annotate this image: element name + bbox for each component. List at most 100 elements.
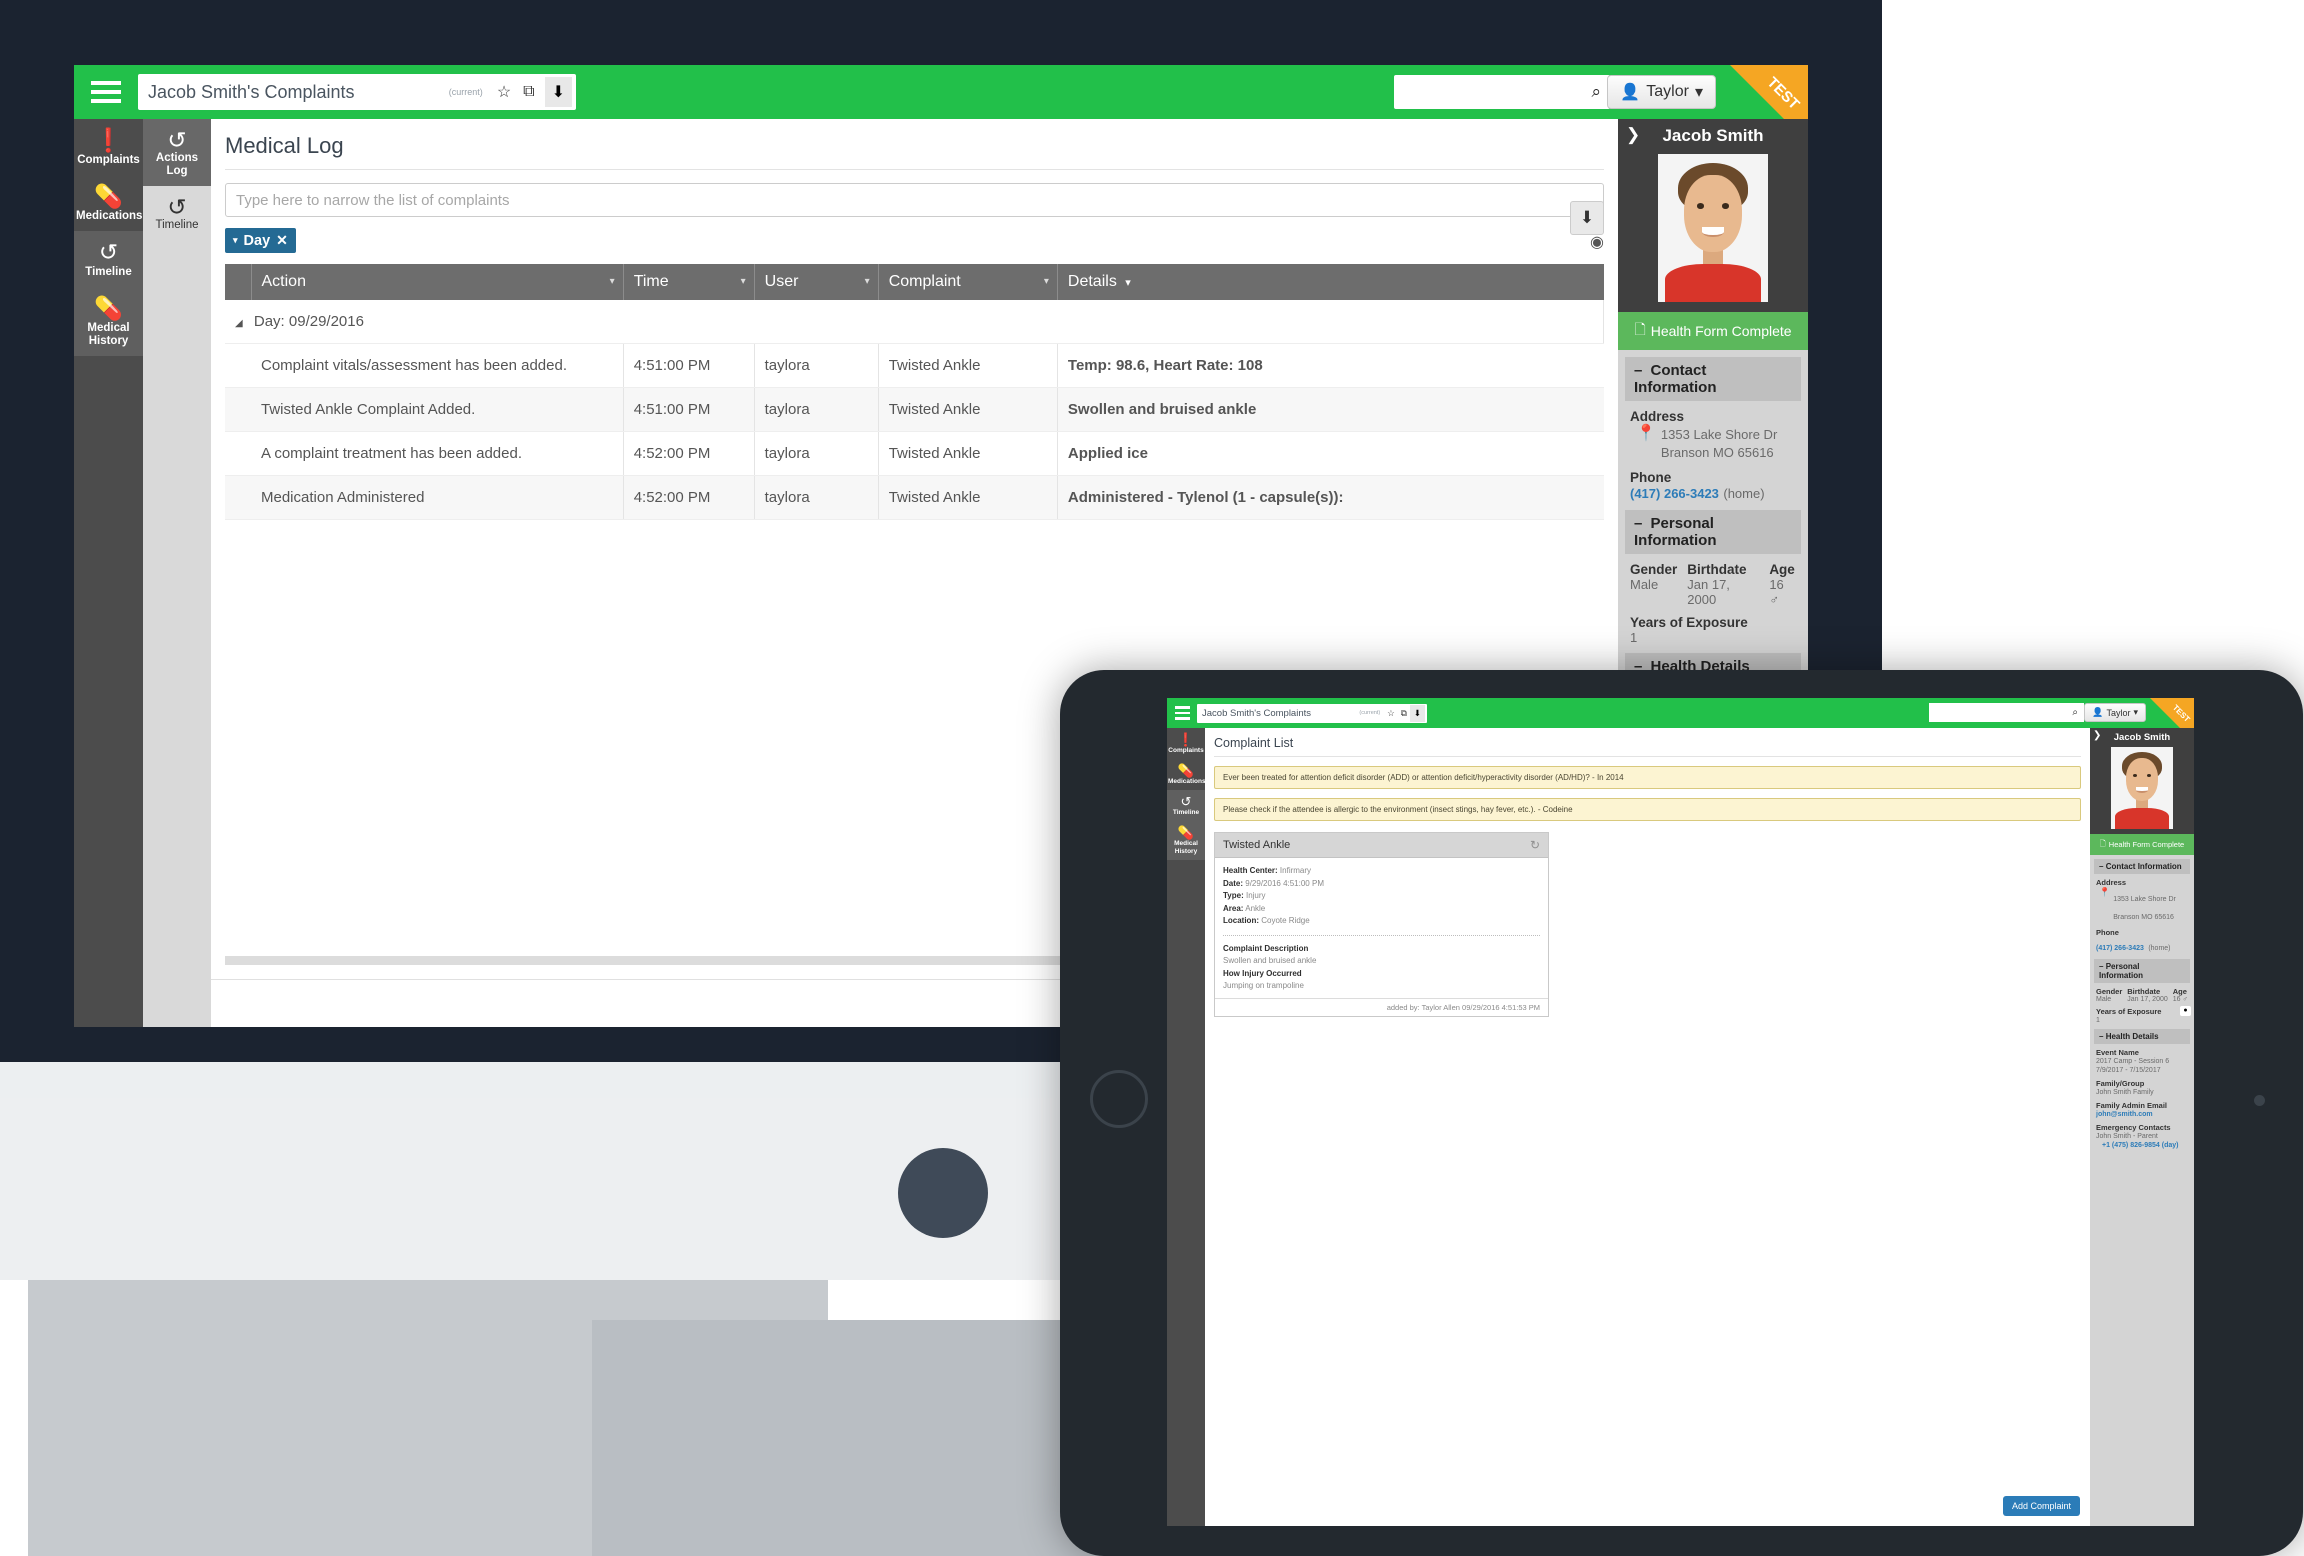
complaint-card[interactable]: Twisted Ankle ↻ Health Center: Infirmary…: [1214, 832, 1549, 1017]
section-personal-information[interactable]: – Personal Information: [1625, 510, 1801, 554]
health-form-status-badge[interactable]: 🗋 Health Form Complete: [2090, 834, 2194, 855]
sidebar-item-timeline-secondary[interactable]: ↺ Timeline: [143, 186, 211, 240]
field-area-label: Area:: [1223, 903, 1244, 913]
chevron-down-icon[interactable]: ▾: [865, 276, 870, 287]
address-line-2: Branson MO 65616: [1660, 445, 1774, 460]
table-row[interactable]: A complaint treatment has been added. 4:…: [225, 431, 1604, 476]
section-personal-information-label: Personal Information: [1634, 515, 1717, 549]
complaint-card-footer: added by: Taylor Allen 09/29/2016 4:51:5…: [1215, 997, 1548, 1016]
cell-user: taylora: [754, 475, 879, 520]
sidebar-item-actions-log[interactable]: ↺ Actions Log: [143, 119, 211, 186]
sidebar-item-timeline[interactable]: ↺ Timeline: [1167, 790, 1205, 821]
sidebar-item-medications[interactable]: 💊 Medications: [74, 175, 143, 231]
column-header-details[interactable]: Details ▾: [1057, 264, 1604, 300]
cell-time: 4:51:00 PM: [623, 343, 755, 388]
field-birthdate: Birthdate Jan 17, 2000: [2127, 987, 2167, 1003]
cell-complaint: Twisted Ankle: [878, 431, 1058, 476]
address-line-1: 1353 Lake Shore Dr: [1660, 427, 1778, 442]
health-alert-banner: Ever been treated for attention deficit …: [1214, 766, 2081, 789]
group-row-day[interactable]: ◢ Day: 09/29/2016: [225, 300, 1604, 344]
sidebar-item-complaints[interactable]: ❗ Complaints: [1167, 728, 1205, 759]
search-input[interactable]: ⌕: [1394, 75, 1610, 109]
sidebar-item-actions-log-label: Actions Log: [155, 152, 199, 177]
document-icon: 🗋: [1634, 321, 1646, 337]
phone-number-link[interactable]: (417) 266-3423: [2096, 945, 2144, 952]
section-contact-information-label: Contact Information: [2105, 862, 2182, 871]
address-current-label: (current): [448, 87, 483, 97]
column-header-user[interactable]: User ▾: [754, 264, 879, 300]
title-divider: [1214, 756, 2081, 757]
complaint-filter-input[interactable]: Type here to narrow the list of complain…: [225, 183, 1604, 217]
tablet-camera: [2254, 1095, 2265, 1106]
document-icon: 🗋: [2099, 839, 2106, 848]
hamburger-icon[interactable]: [74, 65, 138, 119]
refresh-icon[interactable]: ↻: [1530, 838, 1540, 852]
field-type-label: Type:: [1223, 891, 1244, 900]
avatar: [2111, 747, 2173, 829]
family-admin-email-link[interactable]: john@smith.com: [2096, 1110, 2188, 1119]
cell-details[interactable]: Applied ice: [1057, 431, 1604, 476]
field-years-of-exposure: Years of Exposure 1: [2090, 1003, 2194, 1025]
hamburger-icon[interactable]: [1167, 698, 1197, 728]
field-phone-label: Phone: [1630, 470, 1672, 485]
sidebar-item-timeline[interactable]: ↺ Timeline: [74, 231, 143, 287]
sidebar-item-medications[interactable]: 💊 Medications: [1167, 759, 1206, 790]
emergency-contact-phone[interactable]: +1 (475) 826-9854 (day): [2096, 1141, 2188, 1150]
user-menu-button[interactable]: 👤 Taylor ▾: [2084, 703, 2146, 722]
phone-number-link[interactable]: (417) 266-3423: [1630, 486, 1719, 501]
cell-details[interactable]: Temp: 98.6, Heart Rate: 108: [1057, 343, 1604, 388]
desktop-secondary-sidebar: ↺ Actions Log ↺ Timeline: [143, 119, 211, 1027]
address-bar[interactable]: Jacob Smith's Complaints (current) ☆ ⧉ ⬇: [138, 74, 576, 110]
field-years-label: Years of Exposure: [2096, 1007, 2162, 1016]
sidebar-item-complaints[interactable]: ❗ Complaints: [74, 119, 143, 175]
user-menu-button[interactable]: 👤 Taylor ▾: [1607, 75, 1716, 109]
field-years-label: Years of Exposure: [1630, 615, 1748, 630]
section-contact-information[interactable]: – Contact Information: [1625, 357, 1801, 401]
search-input[interactable]: ⌕: [1929, 703, 2084, 722]
table-row[interactable]: Twisted Ankle Complaint Added. 4:51:00 P…: [225, 387, 1604, 432]
address-bar[interactable]: Jacob Smith's Complaints (current) ☆ ⧉ ⬇: [1197, 703, 1427, 723]
eye-icon[interactable]: ◉: [1590, 232, 1604, 252]
cell-details[interactable]: Swollen and bruised ankle: [1057, 387, 1604, 432]
section-personal-information[interactable]: – Personal Information: [2094, 959, 2190, 983]
filter-chip-day[interactable]: ▾ Day ✕: [225, 228, 296, 253]
health-form-status-badge[interactable]: 🗋 Health Form Complete: [1618, 312, 1808, 350]
close-icon[interactable]: ✕: [276, 232, 288, 249]
column-header-action[interactable]: Action ▾: [251, 264, 624, 300]
tablet-home-button[interactable]: [1090, 1070, 1148, 1128]
sidebar-item-medical-history[interactable]: 💊 Medical History: [74, 287, 143, 356]
collapse-panel-icon[interactable]: ❯: [2093, 730, 2101, 741]
section-health-details[interactable]: – Health Details: [2094, 1029, 2190, 1044]
health-form-status-label: Health Form Complete: [1650, 323, 1792, 339]
table-row[interactable]: Medication Administered 4:52:00 PM taylo…: [225, 475, 1604, 520]
star-icon[interactable]: ☆: [497, 82, 511, 102]
star-icon[interactable]: ☆: [1387, 708, 1395, 719]
column-header-complaint[interactable]: Complaint ▾: [878, 264, 1058, 300]
field-gender-value: Male: [2096, 996, 2112, 1003]
chevron-down-icon: ▾: [1694, 84, 1703, 101]
popout-icon[interactable]: ⧉: [1401, 708, 1407, 719]
row-gutter: [225, 387, 251, 432]
sidebar-item-medical-history[interactable]: 💊 Medical History: [1167, 821, 1205, 860]
chat-icon[interactable]: ●: [2180, 1006, 2191, 1016]
download-icon[interactable]: ⬇: [1409, 704, 1425, 722]
table-row[interactable]: Complaint vitals/assessment has been add…: [225, 343, 1604, 388]
chevron-down-icon[interactable]: ▾: [741, 276, 746, 287]
section-contact-information[interactable]: – Contact Information: [2094, 859, 2190, 874]
sidebar-item-timeline-label: Timeline: [85, 266, 132, 278]
cell-details[interactable]: Administered - Tylenol (1 - capsule(s)):: [1057, 475, 1604, 520]
collapse-panel-icon[interactable]: ❯: [1626, 125, 1640, 145]
download-icon[interactable]: ⬇: [544, 77, 572, 107]
chevron-down-icon[interactable]: ▾: [610, 276, 615, 287]
complaint-description-value: Swollen and bruised ankle: [1223, 956, 1317, 965]
collapse-triangle-icon[interactable]: ◢: [235, 318, 243, 329]
minus-icon: –: [1634, 515, 1643, 532]
add-complaint-button[interactable]: Add Complaint: [2002, 1496, 2080, 1516]
column-header-time[interactable]: Time ▾: [623, 264, 755, 300]
field-phone-label: Phone: [2096, 928, 2119, 937]
minus-icon: –: [2099, 962, 2104, 971]
cell-user: taylora: [754, 387, 879, 432]
search-icon: ⌕: [2072, 707, 2078, 718]
popout-icon[interactable]: ⧉: [523, 83, 534, 101]
chevron-down-icon[interactable]: ▾: [1044, 276, 1049, 287]
